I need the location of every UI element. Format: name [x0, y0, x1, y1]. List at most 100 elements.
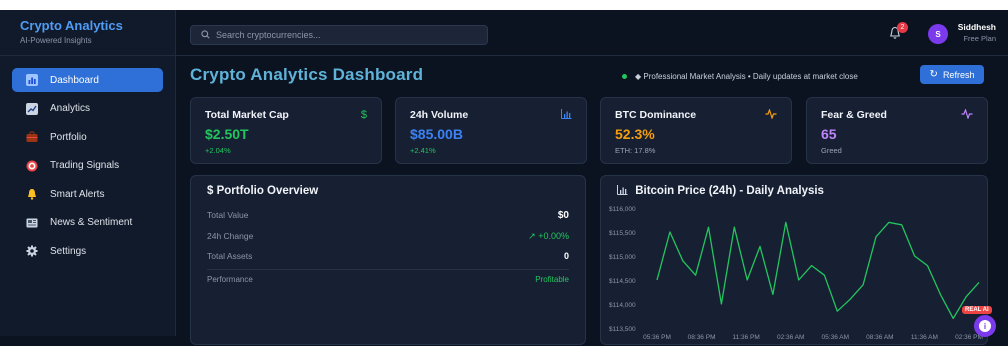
sidebar-item-news-sentiment[interactable]: News & Sentiment	[12, 211, 163, 235]
stat-value: $2.50T	[205, 126, 249, 142]
stat-title: Fear & Greed	[821, 109, 887, 121]
chart-title-text: Bitcoin Price (24h) - Daily Analysis	[635, 185, 824, 197]
x-tick-label: 05:36 PM	[643, 334, 671, 341]
stat-change: +2.04%	[205, 146, 231, 155]
y-tick-label: $115,500	[609, 230, 636, 237]
search-icon	[201, 26, 210, 44]
refresh-label: Refresh	[942, 69, 975, 80]
stat-card-btc-dominance: BTC Dominance 52.3% ETH: 17.8%	[600, 97, 792, 164]
sidebar-item-portfolio[interactable]: Portfolio	[12, 125, 163, 149]
row-value: ↗ +0.00%	[528, 231, 569, 241]
row-value: 0	[563, 251, 569, 261]
row-label: Performance	[207, 275, 253, 284]
sidebar-item-smart-alerts[interactable]: Smart Alerts	[12, 182, 163, 206]
stat-value: $85.00B	[410, 126, 463, 142]
y-tick-label: $115,000	[609, 254, 636, 261]
portfolio-row-total-value: Total Value $0	[207, 210, 569, 221]
topbar: 2 S Siddhesh Free Plan	[176, 10, 1008, 56]
row-value: $0	[557, 210, 569, 221]
app-shell: Crypto Analytics AI-Powered Insights Das…	[0, 10, 1008, 345]
trend-chart-icon	[26, 102, 38, 115]
x-tick-label: 08:36 AM	[866, 334, 893, 341]
sidebar-item-trading-signals[interactable]: Trading Signals	[12, 154, 163, 178]
briefcase-icon	[26, 131, 38, 143]
brand-title: Crypto Analytics	[20, 18, 123, 33]
bitcoin-price-line-chart: $116,000 $115,500 $115,000 $114,500 $114,000…	[609, 206, 983, 341]
x-tick-label: 08:36 PM	[688, 334, 716, 341]
sidebar-item-label: Smart Alerts	[50, 188, 105, 200]
x-tick-label: 05:36 AM	[822, 334, 849, 341]
sidebar-item-dashboard[interactable]: Dashboard	[12, 68, 163, 92]
market-status: ◆ Professional Market Analysis • Daily u…	[622, 72, 858, 81]
newspaper-icon	[26, 217, 38, 229]
sidebar-item-label: Analytics	[50, 103, 91, 114]
bar-chart-icon	[617, 185, 628, 198]
sidebar: Crypto Analytics AI-Powered Insights Das…	[0, 10, 176, 336]
portfolio-overview-panel: $ Portfolio Overview Total Value $0 24h …	[190, 175, 586, 345]
row-label: Total Assets	[207, 251, 253, 261]
live-status-dot	[622, 74, 627, 79]
row-label: 24h Change	[207, 231, 254, 241]
stat-title: Total Market Cap	[205, 109, 289, 121]
stat-change: +2.41%	[410, 146, 436, 155]
stat-card-volume: 24h Volume $85.00B +2.41%	[395, 97, 587, 164]
activity-icon	[765, 108, 777, 122]
portfolio-row-24h-change: 24h Change ↗ +0.00%	[207, 231, 569, 242]
bell-icon	[26, 188, 38, 200]
portfolio-row-performance: Performance Profitable	[207, 275, 569, 284]
sidebar-item-settings[interactable]: Settings	[12, 239, 163, 263]
page-title: Crypto Analytics Dashboard	[190, 65, 424, 84]
stat-sub: ETH: 17.8%	[615, 146, 656, 155]
search-box[interactable]	[190, 25, 488, 45]
target-icon	[26, 160, 38, 172]
user-name: Siddhesh	[957, 22, 996, 32]
y-tick-label: $114,000	[609, 302, 636, 309]
portfolio-row-total-assets: Total Assets 0	[207, 251, 569, 261]
svg-text:i: i	[984, 322, 986, 331]
price-series-line	[656, 221, 980, 320]
y-tick-label: $116,000	[609, 206, 636, 213]
x-tick-label: 11:36 PM	[732, 334, 759, 341]
stat-sub: Greed	[821, 146, 842, 155]
stat-title: BTC Dominance	[615, 109, 697, 121]
sidebar-item-label: Trading Signals	[50, 160, 120, 171]
sidebar-nav: Dashboard Analytics Portfolio Trading Si…	[0, 56, 175, 280]
bitcoin-price-chart-panel: Bitcoin Price (24h) - Daily Analysis $11…	[600, 175, 988, 345]
bar-chart-icon	[26, 74, 38, 86]
market-note-text: ◆ Professional Market Analysis • Daily u…	[635, 72, 858, 81]
sidebar-item-label: Portfolio	[50, 131, 87, 143]
stat-value: 65	[821, 126, 837, 142]
brand: Crypto Analytics AI-Powered Insights	[0, 10, 175, 56]
x-tick-label: 11:36 AM	[911, 334, 938, 341]
x-tick-label: 02:36 AM	[777, 334, 804, 341]
gear-icon	[26, 245, 38, 257]
dollar-icon: $	[360, 109, 367, 121]
sidebar-item-label: Dashboard	[50, 74, 99, 86]
real-ai-floating-button[interactable]: i REAL AI	[962, 306, 1000, 338]
panel-title: $ Portfolio Overview	[207, 185, 319, 197]
sidebar-item-label: Settings	[50, 245, 87, 257]
avatar[interactable]: S	[928, 24, 948, 44]
stat-value: 52.3%	[615, 126, 655, 142]
row-value: Profitable	[535, 275, 569, 284]
search-input[interactable]	[216, 30, 476, 40]
sidebar-item-analytics[interactable]: Analytics	[12, 97, 163, 121]
y-tick-label: $113,500	[609, 326, 636, 333]
stat-card-market-cap: Total Market Cap $ $2.50T +2.04%	[190, 97, 382, 164]
activity-icon	[961, 108, 973, 122]
chart-title: Bitcoin Price (24h) - Daily Analysis	[617, 185, 824, 198]
main-content: 2 S Siddhesh Free Plan Crypto Analytics …	[176, 10, 1008, 345]
y-tick-label: $114,500	[609, 278, 636, 285]
row-label: Total Value	[207, 210, 249, 220]
sidebar-item-label: News & Sentiment	[50, 217, 133, 228]
stat-title: 24h Volume	[410, 109, 469, 121]
refresh-button[interactable]: ↻ Refresh	[920, 65, 984, 84]
page-header: Crypto Analytics Dashboard ◆ Professiona…	[176, 56, 1008, 93]
user-plan: Free Plan	[963, 34, 996, 43]
divider	[207, 269, 569, 270]
notifications-button[interactable]: 2	[888, 22, 908, 42]
brand-subtitle: AI-Powered Insights	[20, 36, 92, 45]
browser-top-strip	[0, 0, 1008, 10]
notification-count-badge: 2	[897, 22, 908, 33]
stat-card-fear-greed: Fear & Greed 65 Greed	[806, 97, 988, 164]
